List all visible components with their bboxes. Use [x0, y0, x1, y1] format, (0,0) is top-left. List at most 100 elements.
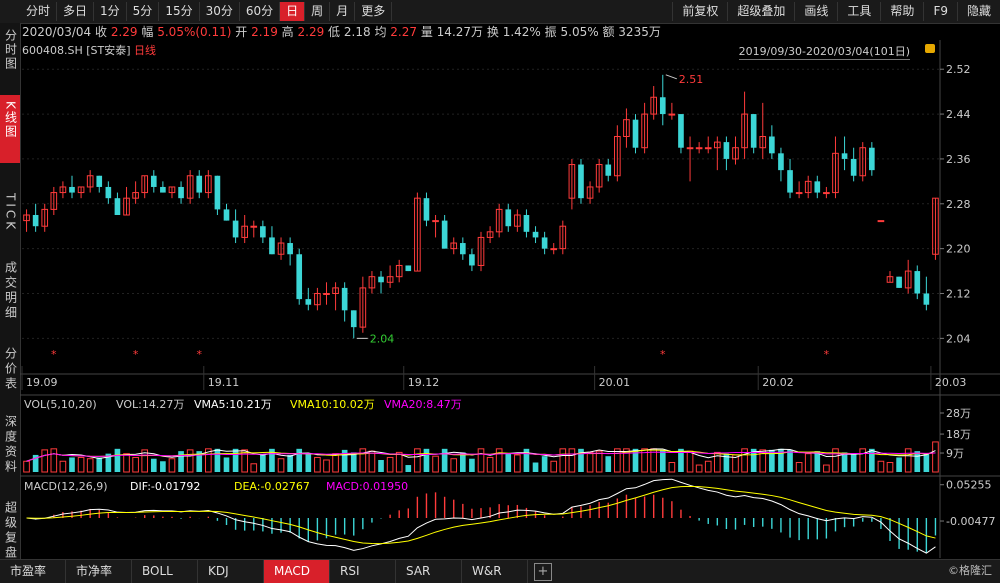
event-marker: * [133, 348, 139, 361]
candle-body [795, 192, 803, 195]
volume-bar [877, 460, 885, 473]
candle-body [850, 158, 857, 176]
candle-body [460, 243, 466, 255]
candle-body [105, 186, 112, 199]
candle-body [841, 153, 848, 159]
vol-y-tick-label: 28万 [946, 407, 971, 420]
x-tick-label: 19.11 [208, 376, 240, 389]
volume-bar [168, 458, 176, 473]
volume-bar [923, 453, 930, 472]
candle-body [787, 170, 793, 193]
volume-bar [305, 453, 312, 472]
volume-bar [850, 453, 857, 472]
candle-body [323, 293, 330, 295]
candle-body [723, 142, 730, 159]
candle-body [378, 276, 384, 283]
candle-body [114, 198, 121, 215]
candle-body [668, 113, 676, 116]
high-annotation-line [665, 74, 677, 80]
volume-bar [332, 453, 339, 473]
candle-body [923, 293, 930, 305]
volume-bar [605, 456, 612, 472]
candle-body [287, 243, 293, 255]
volume-bar [932, 441, 939, 473]
candle-body [232, 220, 239, 238]
volume-bar [896, 457, 902, 472]
x-tick-label: 20.03 [935, 376, 967, 389]
candle-body [896, 276, 902, 288]
candle-body [769, 136, 775, 154]
volume-bar [559, 448, 567, 473]
candle-body [178, 186, 184, 199]
volume-bar [414, 448, 421, 473]
indicator-tab-7[interactable]: W&R [462, 560, 528, 583]
macd-legend-macd: MACD:0.01950 [326, 480, 408, 493]
volume-bar [223, 457, 230, 472]
volume-bar [787, 449, 793, 472]
volume-bar [314, 456, 321, 473]
volume-bar [386, 456, 394, 473]
volume-bar [686, 450, 694, 473]
add-indicator-button[interactable]: + [534, 563, 552, 581]
y-tick-label: 2.36 [946, 153, 971, 166]
candle-body [196, 175, 203, 193]
volume-bar [477, 448, 485, 473]
indicator-tab-2[interactable]: BOLL [132, 560, 198, 583]
volume-bar [260, 454, 266, 472]
volume-bar [804, 453, 812, 473]
vma5-legend: VMA5:10.21万 [194, 398, 272, 411]
volume-bar [914, 451, 921, 472]
candle-body [350, 310, 357, 328]
volume-bar [50, 448, 58, 473]
low-annotation: 2.04 [370, 332, 395, 345]
volume-bar [77, 456, 85, 473]
volume-bar [541, 456, 548, 472]
vol-ma5-line [26, 448, 936, 462]
volume-bar [405, 465, 412, 472]
candle-body [532, 231, 539, 238]
volume-bar [532, 462, 539, 472]
indicator-tab-5[interactable]: RSI [330, 560, 396, 583]
x-tick-label: 20.02 [762, 376, 794, 389]
candle-body [223, 209, 230, 221]
volume-bar [323, 459, 330, 473]
volume-bar [432, 455, 439, 473]
volume-bar [368, 450, 376, 473]
volume-bar [450, 458, 458, 473]
volume-bar [886, 462, 894, 473]
volume-bar [659, 449, 666, 472]
candle-body [250, 225, 258, 228]
indicator-tab-4[interactable]: MACD [264, 560, 330, 583]
y-tick-label: 2.28 [946, 198, 971, 211]
volume-bar [568, 448, 576, 473]
candle-body [877, 220, 885, 223]
indicator-tab-6[interactable]: SAR [396, 560, 462, 583]
volume-bar [704, 460, 712, 473]
candle-body [214, 175, 221, 210]
watermark: ©格隆汇 [948, 564, 992, 577]
indicator-tab-1[interactable]: 市净率 [66, 560, 132, 583]
macd-legend-dif: DIF:-0.01792 [130, 480, 200, 493]
volume-bar [350, 452, 357, 472]
volume-bar [250, 463, 258, 473]
candle-body [341, 287, 348, 311]
volume-bar [514, 454, 521, 473]
x-tick-label: 20.01 [599, 376, 631, 389]
candle-body [541, 237, 548, 249]
chart-area[interactable]: 2.52 2.44 2.36 2.28 2.20 2.12 2.04 19.09 19.11 19… [0, 0, 1000, 559]
volume-bar [186, 449, 194, 473]
volume-bar [469, 458, 475, 472]
volume-bar [586, 451, 594, 473]
indicator-tab-3[interactable]: KDJ [198, 560, 264, 583]
y-tick-label: 2.52 [946, 63, 971, 76]
candle-body [632, 119, 639, 148]
volume-bar [423, 448, 430, 472]
event-marker: * [51, 348, 57, 361]
volume-bar [795, 462, 803, 473]
candle-body [523, 215, 530, 232]
volume-bar [41, 449, 49, 473]
indicator-tab-0[interactable]: 市盈率 [0, 560, 66, 583]
y-tick-label: 2.20 [946, 243, 971, 256]
volume-bar [296, 448, 303, 472]
candle-body [441, 220, 448, 249]
